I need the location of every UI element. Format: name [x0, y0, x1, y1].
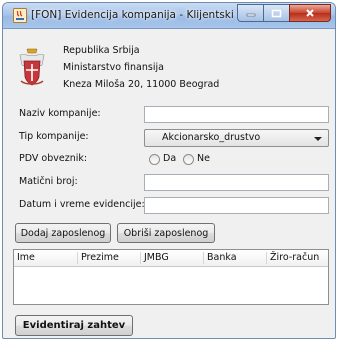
maticni-input[interactable]: [144, 174, 329, 191]
minimize-button[interactable]: [237, 4, 263, 22]
naziv-label: Naziv kompanije:: [19, 108, 101, 119]
app-window: [FON] Evidencija kompanija - Klijentski …: [2, 2, 336, 339]
table-header: Ime Prezime JMBG Banka Žiro-račun: [14, 250, 328, 267]
submit-request-button[interactable]: Evidentiraj zahtev: [15, 315, 133, 336]
title-bar[interactable]: [FON] Evidencija kompanija - Klijentski …: [3, 3, 335, 29]
column-header-banka[interactable]: Banka: [207, 252, 237, 263]
employees-table[interactable]: Ime Prezime JMBG Banka Žiro-račun: [13, 249, 329, 305]
serbia-coat-of-arms-icon: [19, 48, 45, 86]
chevron-down-icon: [314, 137, 322, 141]
minimize-icon: [246, 13, 255, 17]
close-button[interactable]: [289, 4, 331, 22]
pdv-no-radio[interactable]: [183, 154, 194, 165]
tip-select[interactable]: Akcionarsko_drustvo: [144, 129, 329, 147]
column-header-ziro-racun[interactable]: Žiro-račun: [270, 252, 319, 263]
header-address: Kneza Miloša 20, 11000 Beograd: [63, 79, 220, 90]
header-country: Republika Srbija: [63, 45, 140, 56]
pdv-yes-radio[interactable]: [149, 154, 160, 165]
datum-input[interactable]: [144, 197, 329, 214]
column-divider: [77, 252, 78, 264]
column-header-ime[interactable]: Ime: [17, 252, 35, 263]
window-controls: [237, 4, 331, 22]
column-header-prezime[interactable]: Prezime: [81, 252, 119, 263]
column-divider: [266, 252, 267, 264]
maticni-label: Matični broj:: [19, 176, 78, 187]
column-header-jmbg[interactable]: JMBG: [144, 252, 169, 263]
add-employee-button[interactable]: Dodaj zaposlenog: [15, 223, 111, 243]
tip-label: Tip kompanije:: [19, 131, 89, 142]
remove-employee-button[interactable]: Obriši zaposlenog: [117, 223, 215, 243]
maximize-icon: [271, 9, 282, 17]
naziv-input[interactable]: [144, 106, 329, 123]
pdv-no-label: Ne: [197, 153, 210, 164]
java-app-icon: [13, 8, 27, 23]
main-panel: Republika Srbija Ministarstvo finansija …: [11, 31, 329, 336]
maximize-button[interactable]: [263, 4, 289, 22]
tip-selected-value: Akcionarsko_drustvo: [162, 132, 261, 143]
column-divider: [140, 252, 141, 264]
column-divider: [203, 252, 204, 264]
pdv-yes-label: Da: [163, 153, 177, 164]
pdv-label: PDV obveznik:: [19, 153, 88, 164]
datum-label: Datum i vreme evidencije:: [19, 199, 145, 210]
close-icon: [306, 9, 314, 17]
header-ministry: Ministarstvo finansija: [63, 62, 164, 73]
